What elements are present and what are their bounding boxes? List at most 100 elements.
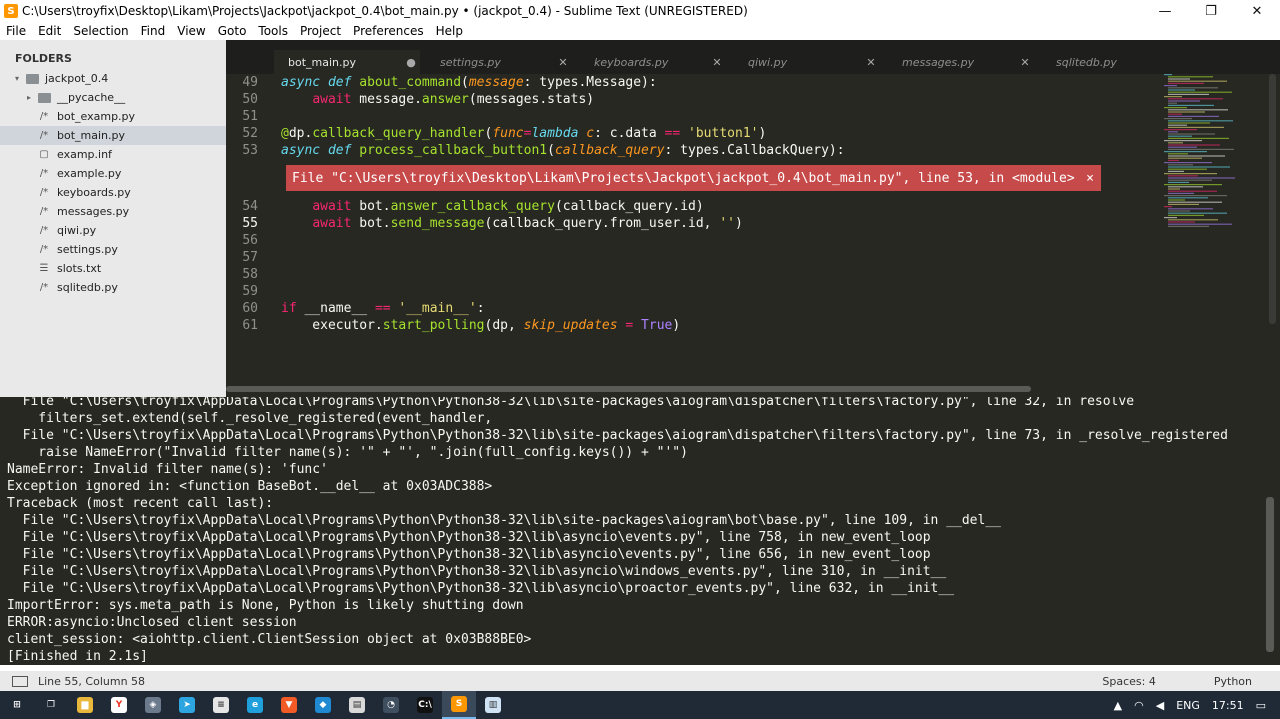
tree-item-label: slots.txt	[57, 262, 102, 275]
tree-item[interactable]: /* example.py	[0, 164, 226, 183]
minimap-line	[1168, 144, 1220, 146]
file-explorer-icon[interactable]: ▆	[68, 691, 102, 719]
menu-project[interactable]: Project	[300, 24, 341, 38]
code-file-icon: /*	[39, 111, 49, 122]
horizontal-scrollbar[interactable]	[226, 386, 1031, 392]
notifications-icon[interactable]: ▭	[1256, 699, 1266, 712]
speedometer-icon[interactable]: ◔	[374, 691, 408, 719]
close-icon[interactable]: ×	[1079, 171, 1101, 186]
tab-qiwi[interactable]: qiwi.py ✕	[734, 50, 880, 74]
windows-start-icon[interactable]: ⊞	[0, 691, 34, 719]
code-line[interactable]: @dp.callback_query_handler(func=lambda c…	[281, 125, 766, 142]
notepad-icon[interactable]: ▤	[340, 691, 374, 719]
notes-icon[interactable]: ▥	[476, 691, 510, 719]
text-editor-icon[interactable]: ≡	[204, 691, 238, 719]
menu-tools[interactable]: Tools	[258, 24, 288, 38]
close-icon[interactable]: ✕	[554, 56, 572, 69]
panel-toggle-icon[interactable]	[12, 675, 28, 687]
code-line[interactable]: await bot.answer_callback_query(callback…	[281, 198, 703, 215]
vscode-icon[interactable]: ◆	[306, 691, 340, 719]
close-icon[interactable]: ✕	[708, 56, 726, 69]
close-icon[interactable]: ✕	[862, 56, 880, 69]
output-console: File "C:\Users\troyfix\AppData\Local\Pro…	[0, 397, 1280, 665]
tree-item[interactable]: ☰ slots.txt	[0, 259, 226, 278]
tree-item[interactable]: /* keyboards.py	[0, 183, 226, 202]
tab-bot_main[interactable]: bot_main.py ●	[274, 50, 420, 74]
tree-item-label: examp.inf	[57, 148, 112, 161]
code-line[interactable]: await message.answer(messages.stats)	[281, 91, 594, 108]
line-number: 60	[242, 301, 258, 316]
code-line[interactable]: executor.start_polling(dp, skip_updates …	[281, 317, 680, 334]
code-line[interactable]: async def about_command(message: types.M…	[281, 74, 657, 91]
syntax-setting[interactable]: Python	[1214, 675, 1252, 688]
line-number: 51	[242, 109, 258, 124]
tab-sqlitedb[interactable]: sqlitedb.py	[1042, 50, 1188, 74]
close-icon[interactable]: ✕	[1016, 56, 1034, 69]
brave-icon[interactable]: ▼	[272, 691, 306, 719]
task-view-icon[interactable]: ❐	[34, 691, 68, 719]
tree-item[interactable]: /* bot_main.py	[0, 126, 226, 145]
line-number: 56	[242, 233, 258, 248]
console-scrollbar[interactable]	[1266, 497, 1274, 652]
tab-label: messages.py	[902, 55, 975, 69]
minimap-line	[1168, 175, 1198, 177]
chevron-down-icon[interactable]: ▾	[15, 74, 25, 83]
menu-help[interactable]: Help	[436, 24, 463, 38]
tab-messages[interactable]: messages.py ✕	[888, 50, 1034, 74]
tray-network-icon[interactable]: ▲	[1114, 699, 1122, 712]
tree-item[interactable]: ▢ examp.inf	[0, 145, 226, 164]
code-line[interactable]: if __name__ == '__main__':	[281, 300, 485, 317]
code-line[interactable]: await bot.send_message(callback_query.fr…	[281, 215, 743, 232]
cmd-icon[interactable]: C:\	[408, 691, 442, 719]
sublime-text-icon[interactable]: S	[442, 691, 476, 719]
tree-item[interactable]: /* sqlitedb.py	[0, 278, 226, 297]
minimap-line	[1168, 91, 1232, 93]
tab-settings[interactable]: settings.py ✕	[426, 50, 572, 74]
task-view-icon-glyph: ❐	[46, 700, 56, 710]
menu-file[interactable]: File	[6, 24, 26, 38]
menu-find[interactable]: Find	[141, 24, 166, 38]
menu-view[interactable]: View	[177, 24, 205, 38]
tab-keyboards[interactable]: keyboards.py ✕	[580, 50, 726, 74]
language-indicator[interactable]: ENG	[1176, 699, 1200, 712]
minimize-button[interactable]: —	[1142, 0, 1188, 22]
tab-label: settings.py	[440, 55, 501, 69]
minimap-line	[1168, 82, 1204, 84]
unsaved-dot-icon[interactable]: ●	[402, 56, 420, 69]
menu-edit[interactable]: Edit	[38, 24, 61, 38]
chevron-right-icon[interactable]: ▸	[27, 93, 37, 102]
tree-item[interactable]: ▾ jackpot_0.4	[0, 69, 226, 88]
tree-item[interactable]: ▸ __pycache__	[0, 88, 226, 107]
code-line[interactable]: async def process_callback_button1(callb…	[281, 142, 845, 159]
menu-preferences[interactable]: Preferences	[353, 24, 424, 38]
minimap-line	[1168, 203, 1199, 205]
menu-selection[interactable]: Selection	[73, 24, 128, 38]
console-line: NameError: Invalid filter name(s): 'func…	[7, 462, 328, 477]
clock[interactable]: 17:51	[1212, 699, 1244, 712]
close-button[interactable]: ✕	[1234, 0, 1280, 22]
vertical-scrollbar[interactable]	[1269, 74, 1276, 324]
app-icon[interactable]: ◈	[136, 691, 170, 719]
tree-item[interactable]: /* messages.py	[0, 202, 226, 221]
tray-volume-icon[interactable]: ◀	[1156, 699, 1164, 712]
menu-goto[interactable]: Goto	[218, 24, 247, 38]
minimap-line	[1168, 137, 1229, 139]
minimap-line	[1168, 93, 1209, 95]
edge-icon[interactable]: e	[238, 691, 272, 719]
tree-item[interactable]: /* bot_examp.py	[0, 107, 226, 126]
minimap[interactable]	[1164, 74, 1264, 384]
tray-wifi-icon[interactable]: ◠	[1134, 699, 1144, 712]
yandex-browser-icon[interactable]: Y	[102, 691, 136, 719]
telegram-icon[interactable]: ➤	[170, 691, 204, 719]
minimap-line	[1168, 109, 1228, 111]
menu-bar: File Edit Selection Find View Goto Tools…	[0, 22, 1280, 40]
indentation-setting[interactable]: Spaces: 4	[1102, 675, 1155, 688]
minimap-line	[1164, 206, 1172, 208]
tab-label: keyboards.py	[594, 55, 669, 69]
tree-item[interactable]: /* qiwi.py	[0, 221, 226, 240]
line-number: 53	[242, 143, 258, 158]
maximize-button[interactable]: ❐	[1188, 0, 1234, 22]
file-icon: ▢	[39, 149, 49, 160]
tree-item[interactable]: /* settings.py	[0, 240, 226, 259]
minimap-line	[1168, 98, 1223, 100]
